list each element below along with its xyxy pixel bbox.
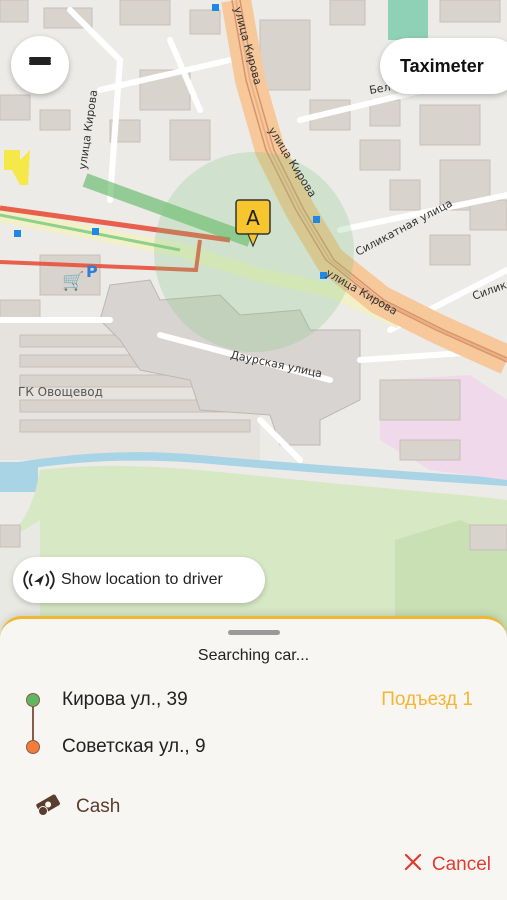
svg-text:🛒: 🛒	[62, 270, 84, 292]
entrance-link[interactable]: Подъезд 1	[381, 689, 473, 711]
payment-label: Cash	[76, 795, 121, 817]
cancel-button[interactable]: Cancel	[404, 853, 491, 876]
payment-method[interactable]: Cash	[34, 791, 120, 822]
dropoff-address[interactable]: Советская ул., 9	[62, 736, 206, 758]
svg-text:A: A	[246, 206, 260, 230]
parking-icon: P	[86, 262, 98, 281]
map[interactable]: 🛒 P улица Кирова улица Кирова улица Киро…	[0, 0, 507, 640]
hamburger-icon	[29, 57, 51, 73]
poi-label: ГК Овощевод	[18, 385, 103, 399]
show-location-button[interactable]: Show location to driver	[13, 557, 265, 603]
order-sheet: Searching car... Кирова ул., 39 Советска…	[0, 616, 507, 900]
cash-icon	[34, 791, 64, 822]
taximeter-label: Taximeter	[400, 55, 484, 76]
menu-button[interactable]	[11, 36, 69, 94]
location-broadcast-icon	[21, 562, 57, 598]
pickup-address[interactable]: Кирова ул., 39	[62, 689, 188, 711]
search-status: Searching car...	[197, 647, 310, 664]
dropoff-dot-icon	[26, 740, 40, 754]
pickup-dot-icon	[26, 693, 40, 707]
cancel-label: Cancel	[431, 853, 491, 875]
close-icon	[404, 853, 422, 876]
sheet-handle[interactable]	[228, 630, 280, 635]
show-location-label: Show location to driver	[61, 571, 223, 588]
taximeter-button[interactable]: Taximeter	[380, 38, 507, 94]
